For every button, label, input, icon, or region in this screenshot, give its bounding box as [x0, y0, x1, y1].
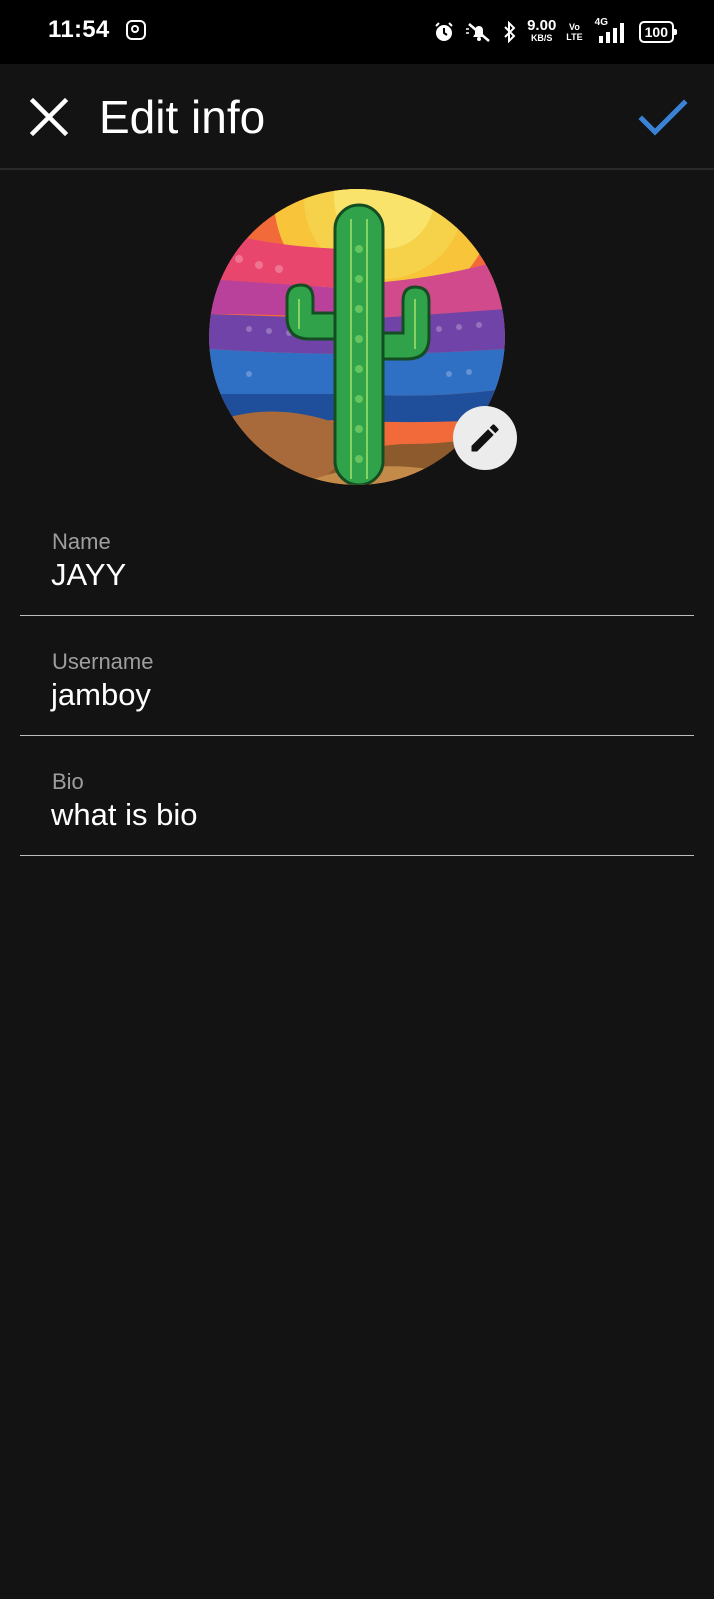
- network-speed: 9.00 KB/S: [527, 17, 557, 44]
- username-input[interactable]: jamboy: [51, 677, 651, 713]
- page-title: Edit info: [99, 91, 266, 143]
- volte-bottom: LTE: [566, 32, 583, 42]
- pencil-icon: [471, 424, 499, 452]
- name-input[interactable]: JAYY: [51, 557, 651, 593]
- volte-indicator: Vo LTE: [566, 22, 582, 42]
- close-icon[interactable]: [26, 94, 72, 140]
- edit-photo-button[interactable]: [453, 406, 517, 470]
- username-field[interactable]: Username jamboy: [20, 649, 694, 736]
- instagram-icon: [126, 20, 146, 40]
- status-time: 11:54: [48, 16, 110, 43]
- name-label: Name: [52, 529, 111, 554]
- name-field[interactable]: Name JAYY: [20, 529, 694, 616]
- mute-icon: [466, 23, 490, 42]
- status-bar: 11:54 9.00 KB/S Vo LTE 4G 100: [0, 0, 714, 64]
- alarm-icon: [435, 22, 453, 41]
- speed-value: 9.00: [527, 17, 557, 34]
- username-label: Username: [52, 649, 154, 674]
- bio-label: Bio: [52, 769, 84, 794]
- bio-input[interactable]: what is bio: [51, 797, 651, 833]
- volte-top: Vo: [569, 22, 580, 32]
- bio-field[interactable]: Bio what is bio: [20, 769, 694, 856]
- app-bar: Edit info: [0, 64, 714, 170]
- speed-unit: KB/S: [530, 33, 553, 43]
- battery-icon: 100: [638, 21, 678, 43]
- profile-photo[interactable]: [209, 189, 517, 485]
- bluetooth-icon: [504, 21, 516, 43]
- signal-icon: 4G: [593, 17, 629, 44]
- status-icons: 9.00 KB/S Vo LTE 4G 100: [433, 16, 678, 48]
- check-icon[interactable]: [638, 92, 688, 142]
- network-type: 4G: [594, 17, 608, 28]
